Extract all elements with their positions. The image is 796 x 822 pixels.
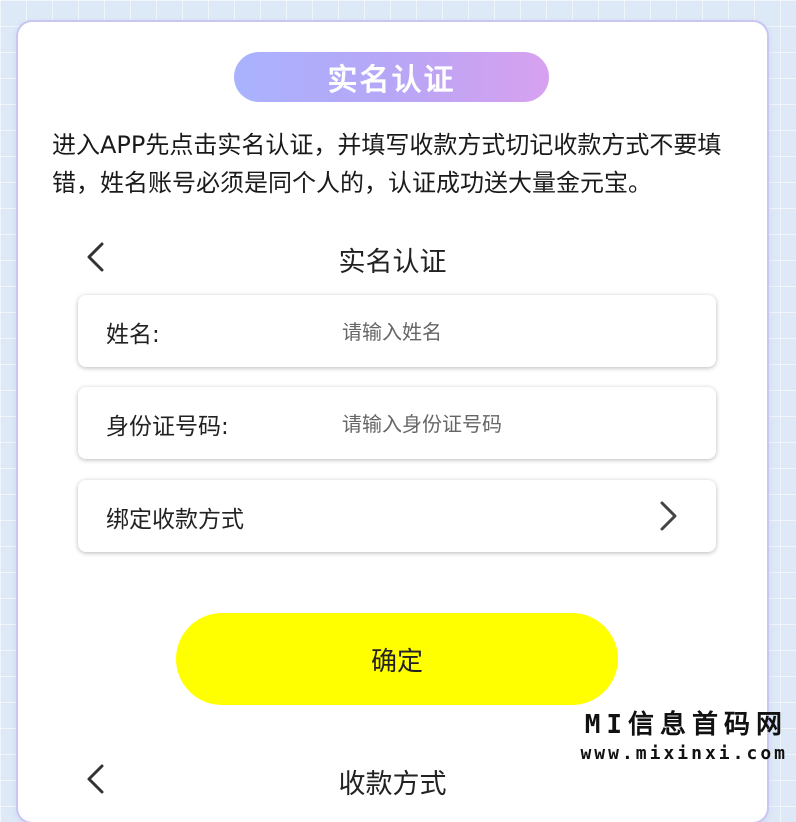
- content-card: 实名认证 进入APP先点击实名认证，并填写收款方式切记收款方式不要填错，姓名账号…: [18, 22, 767, 822]
- screen1-nav-bar: 实名认证: [18, 232, 767, 282]
- section-title-badge: 实名认证: [234, 52, 549, 102]
- screen1-title: 实名认证: [338, 247, 447, 278]
- confirm-button[interactable]: 确定: [176, 613, 618, 705]
- id-number-label: 身份证号码:: [106, 414, 229, 440]
- chevron-right-icon: [660, 501, 677, 531]
- name-label: 姓名:: [106, 322, 160, 348]
- site-watermark: MI信息首码网 www.mixinxi.com: [580, 704, 788, 764]
- bind-payment-row[interactable]: 绑定收款方式: [78, 480, 716, 552]
- watermark-name: MI信息首码网: [584, 710, 788, 740]
- bind-payment-label: 绑定收款方式: [106, 507, 244, 533]
- id-number-input[interactable]: [340, 403, 694, 445]
- name-field: 姓名:: [78, 295, 716, 367]
- watermark-url: www.mixinxi.com: [580, 743, 788, 764]
- name-input[interactable]: [340, 311, 694, 353]
- id-number-field: 身份证号码:: [78, 387, 716, 459]
- instructions-text: 进入APP先点击实名认证，并填写收款方式切记收款方式不要填错，姓名账号必须是同个…: [52, 131, 722, 197]
